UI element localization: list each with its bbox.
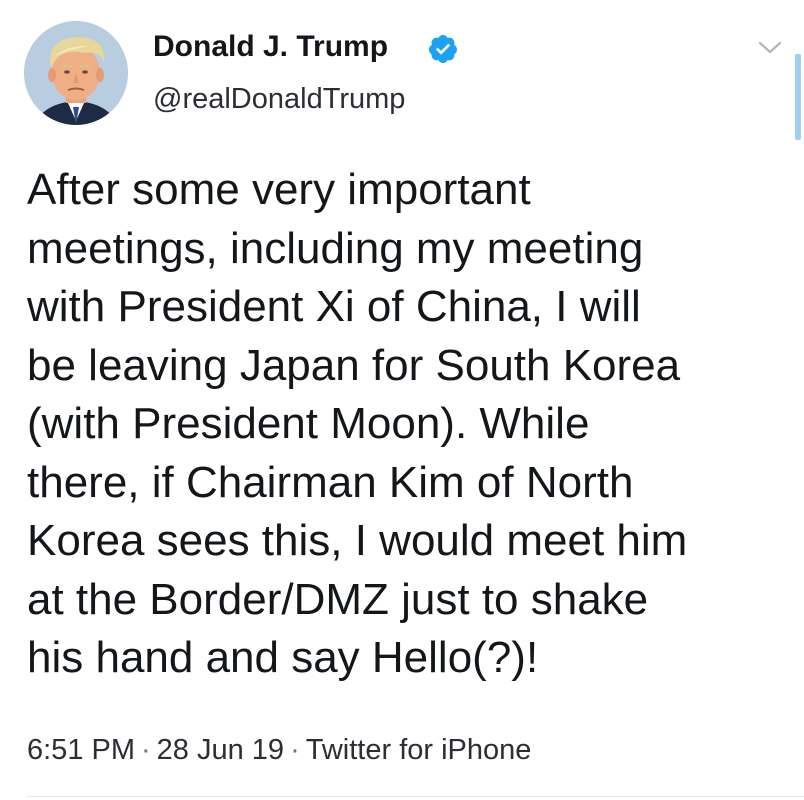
verified-badge-icon: [428, 35, 457, 63]
meta-separator: ·: [141, 734, 151, 766]
tweet-text: After some very important meetings, incl…: [27, 161, 797, 688]
tweet-text-line: After some very important: [27, 165, 531, 214]
tweet-text-line: there, if Chairman Kim of North: [27, 457, 634, 507]
display-name[interactable]: Donald J. Trump: [153, 28, 388, 66]
meta-separator: ·: [290, 734, 300, 766]
tweet-text-line: (with President Moon). While: [27, 399, 590, 448]
tweet-source[interactable]: Twitter for iPhone: [306, 734, 532, 766]
scroll-indicator: [795, 54, 801, 140]
chevron-down-icon[interactable]: [757, 38, 783, 58]
avatar[interactable]: [24, 21, 128, 125]
tweet-time[interactable]: 6:51 PM: [27, 734, 135, 766]
tweet-text-line: be leaving Japan for South Korea: [27, 340, 681, 390]
tweet-card: Donald J. Trump @realDonaldTrump After s…: [0, 0, 804, 800]
tweet-text-line: with President Xi of China, I will: [27, 282, 641, 331]
tweet-text-line: at the Border/DMZ just to shake: [27, 574, 649, 624]
tweet-date[interactable]: 28 Jun 19: [157, 734, 284, 766]
tweet-text-line: his hand and say Hello(?)!: [27, 633, 539, 682]
avatar-image: [24, 21, 128, 125]
divider: [27, 796, 804, 797]
user-handle[interactable]: @realDonaldTrump: [153, 81, 405, 117]
tweet-text-line: Korea sees this, I would meet him: [27, 516, 688, 565]
tweet-text-line: meetings, including my meeting: [27, 223, 644, 273]
tweet-meta: 6:51 PM · 28 Jun 19 · Twitter for iPhone: [27, 731, 531, 769]
